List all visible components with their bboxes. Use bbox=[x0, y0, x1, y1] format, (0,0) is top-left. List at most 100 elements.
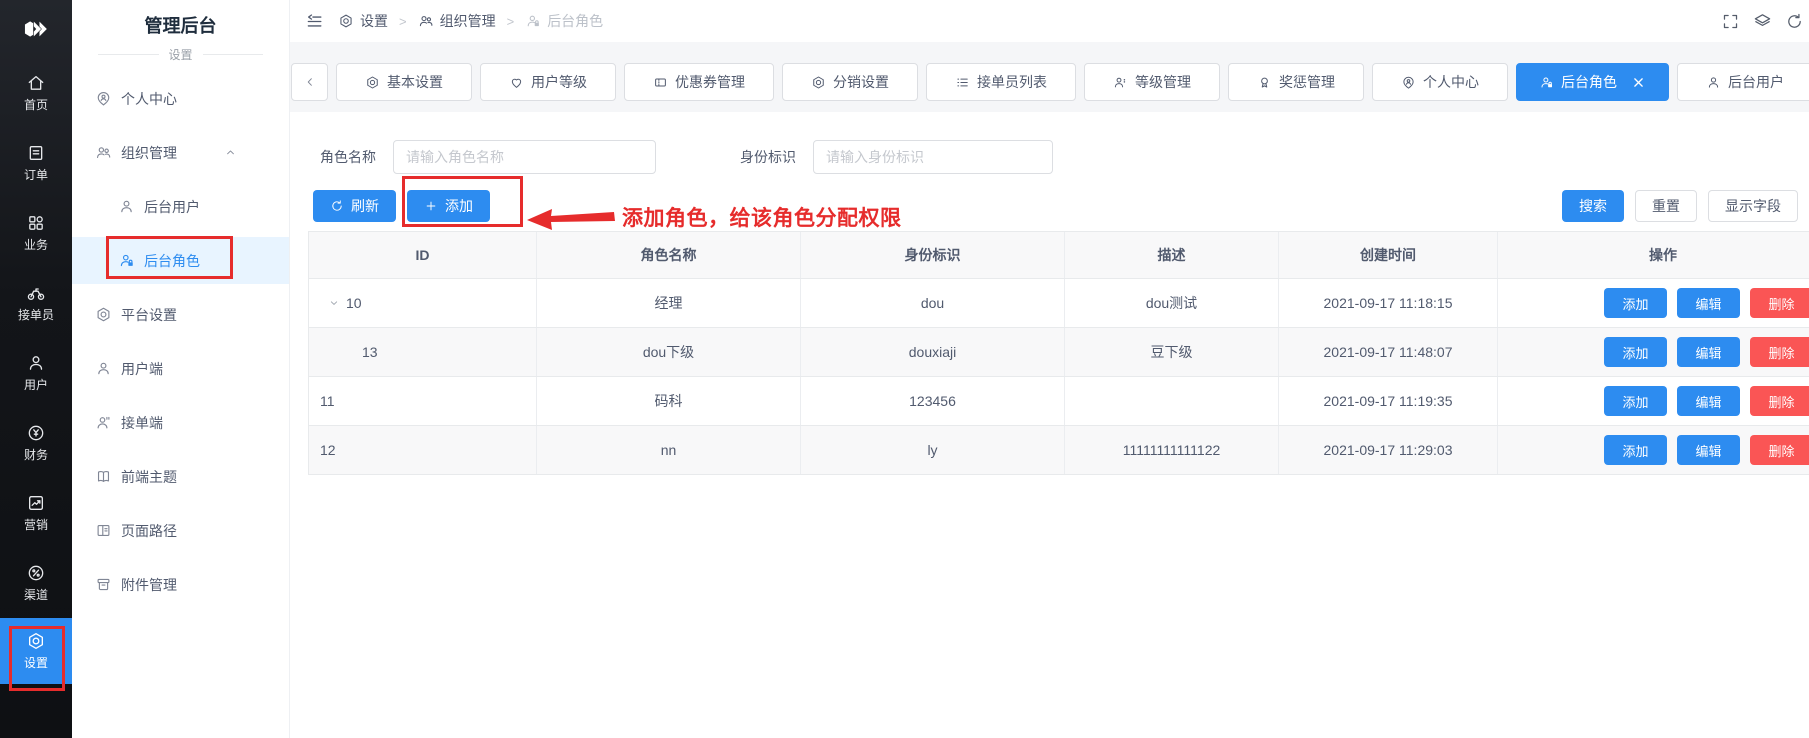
cell-actions: 添加编辑删除 bbox=[1498, 426, 1809, 474]
row-delete-button[interactable]: 删除 bbox=[1750, 288, 1809, 318]
breadcrumb-item[interactable]: 后台角色 bbox=[525, 11, 603, 31]
expand-row-icon[interactable] bbox=[328, 297, 340, 309]
tab-item[interactable]: 个人中心 bbox=[1372, 63, 1508, 101]
sidebar-menu-item[interactable]: 用户端 bbox=[72, 345, 289, 392]
filter-input[interactable] bbox=[393, 140, 656, 174]
sidebar-menu-item[interactable]: 前端主题 bbox=[72, 453, 289, 500]
filter-row: 角色名称 身份标识 bbox=[320, 140, 1053, 174]
filter-group: 角色名称 bbox=[320, 140, 656, 174]
primary-sidebar: 首页订单业务接单员用户财务营销渠道设置 bbox=[0, 0, 72, 738]
breadcrumb-label: 设置 bbox=[360, 11, 388, 31]
table-row: 12nnly111111111111222021-09-17 11:29:03添… bbox=[309, 426, 1809, 475]
filter-input[interactable] bbox=[813, 140, 1053, 174]
rail-item-label: 营销 bbox=[24, 519, 48, 532]
tab-item[interactable]: 分销设置 bbox=[782, 63, 918, 101]
rail-item[interactable]: 首页 bbox=[0, 58, 72, 128]
row-add-button[interactable]: 添加 bbox=[1604, 288, 1667, 318]
sidebar-title: 管理后台 bbox=[72, 0, 289, 46]
table-header-cell: 身份标识 bbox=[801, 232, 1065, 278]
cell-created: 2021-09-17 11:48:07 bbox=[1279, 328, 1498, 376]
row-add-button[interactable]: 添加 bbox=[1604, 337, 1667, 367]
sidebar-menu-item[interactable]: 个人中心 bbox=[72, 75, 289, 122]
rail-item[interactable]: 业务 bbox=[0, 198, 72, 268]
collapse-icon bbox=[305, 12, 324, 31]
row-delete-button[interactable]: 删除 bbox=[1750, 386, 1809, 416]
sidebar-menu-item[interactable]: 附件管理 bbox=[72, 561, 289, 608]
tab-item[interactable]: 优惠券管理 bbox=[624, 63, 774, 101]
roles-table: ID角色名称身份标识描述创建时间操作10经理doudou测试2021-09-17… bbox=[308, 231, 1809, 475]
sidebar-item-label: 组织管理 bbox=[121, 143, 177, 163]
refresh-button[interactable] bbox=[1785, 12, 1804, 31]
row-edit-button[interactable]: 编辑 bbox=[1677, 435, 1740, 465]
rail-item[interactable]: 用户 bbox=[0, 338, 72, 408]
sidebar-menu-item[interactable]: 组织管理 bbox=[72, 129, 289, 176]
channel-icon bbox=[26, 563, 46, 583]
person-icon bbox=[1706, 75, 1721, 90]
person-quote-icon bbox=[95, 414, 112, 431]
sidebar-menu-item[interactable]: 后台角色 bbox=[72, 237, 289, 284]
tab-label: 优惠券管理 bbox=[675, 72, 745, 92]
fullscreen-button[interactable] bbox=[1721, 12, 1740, 31]
cell-name: 经理 bbox=[537, 279, 801, 327]
rail-item[interactable]: 营销 bbox=[0, 478, 72, 548]
rail-item[interactable]: 订单 bbox=[0, 128, 72, 198]
rail-item-label: 首页 bbox=[24, 99, 48, 112]
topbar-actions bbox=[1721, 12, 1807, 31]
collapse-sidebar-button[interactable] bbox=[305, 12, 324, 31]
row-delete-button[interactable]: 删除 bbox=[1750, 337, 1809, 367]
tab-item[interactable]: 后台用户 bbox=[1677, 63, 1809, 101]
rail-item[interactable]: 设置 bbox=[0, 618, 72, 684]
row-edit-button[interactable]: 编辑 bbox=[1677, 288, 1740, 318]
nut-icon bbox=[811, 75, 826, 90]
row-edit-button[interactable]: 编辑 bbox=[1677, 337, 1740, 367]
rail-item[interactable]: 财务 bbox=[0, 408, 72, 478]
tab-label: 分销设置 bbox=[833, 72, 889, 92]
sidebar-menu-item[interactable]: 平台设置 bbox=[72, 291, 289, 338]
skin-button[interactable] bbox=[1753, 12, 1772, 31]
sidebar-menu-item[interactable]: 接单端 bbox=[72, 399, 289, 446]
rail-item-label: 设置 bbox=[24, 657, 48, 670]
person-lock-icon bbox=[525, 13, 541, 29]
tab-item[interactable]: 基本设置 bbox=[336, 63, 472, 101]
tab-item[interactable]: 奖惩管理 bbox=[1228, 63, 1364, 101]
refresh-button[interactable]: 刷新 bbox=[313, 190, 396, 222]
rail-item[interactable]: 渠道 bbox=[0, 548, 72, 618]
sidebar-item-label: 页面路径 bbox=[121, 521, 177, 541]
annotation-text: 添加角色，给该角色分配权限 bbox=[622, 202, 902, 232]
breadcrumb-item[interactable]: 组织管理 bbox=[418, 11, 496, 31]
fields-button[interactable]: 显示字段 bbox=[1708, 190, 1798, 222]
row-add-button[interactable]: 添加 bbox=[1604, 435, 1667, 465]
nut-icon bbox=[26, 631, 46, 651]
sidebar-menu-item[interactable]: 页面路径 bbox=[72, 507, 289, 554]
fields-button-label: 显示字段 bbox=[1725, 196, 1781, 216]
main-content: 角色名称身份标识 刷新 添加 添加角色，给该角色分配权限 搜索重置显示字段 ID… bbox=[290, 112, 1809, 738]
tab-close-icon[interactable] bbox=[1631, 75, 1646, 90]
breadcrumb-item[interactable]: 设置 bbox=[338, 11, 388, 31]
toolbar-left: 刷新 添加 bbox=[313, 190, 490, 222]
sidebar-section-label: 设置 bbox=[169, 46, 193, 63]
sidebar-menu-item[interactable]: 后台用户 bbox=[72, 183, 289, 230]
rail-item-label: 业务 bbox=[24, 239, 48, 252]
tab-active[interactable]: 后台角色 bbox=[1516, 63, 1669, 101]
tab-item[interactable]: 等级管理 bbox=[1084, 63, 1220, 101]
tabs-scroll-left-button[interactable] bbox=[291, 63, 328, 101]
app-logo[interactable] bbox=[0, 0, 72, 58]
people-icon bbox=[95, 144, 112, 161]
filter-label: 身份标识 bbox=[740, 147, 796, 167]
tab-item[interactable]: 接单员列表 bbox=[926, 63, 1076, 101]
search-button[interactable]: 搜索 bbox=[1562, 190, 1624, 222]
fullscreen-icon bbox=[1721, 12, 1740, 31]
finance-icon bbox=[26, 423, 46, 443]
reset-button[interactable]: 重置 bbox=[1635, 190, 1697, 222]
row-delete-button[interactable]: 删除 bbox=[1750, 435, 1809, 465]
tab-item[interactable]: 用户等级 bbox=[480, 63, 616, 101]
toolbar-right: 搜索重置 显示字段 bbox=[1562, 190, 1809, 222]
table-header-cell: 描述 bbox=[1065, 232, 1279, 278]
rail-item[interactable]: 接单员 bbox=[0, 268, 72, 338]
add-button[interactable]: 添加 bbox=[407, 190, 490, 222]
rail-item-label: 财务 bbox=[24, 449, 48, 462]
topbar: 设置>组织管理>后台角色 bbox=[290, 0, 1809, 42]
sidebar-item-label: 前端主题 bbox=[121, 467, 177, 487]
row-add-button[interactable]: 添加 bbox=[1604, 386, 1667, 416]
row-edit-button[interactable]: 编辑 bbox=[1677, 386, 1740, 416]
